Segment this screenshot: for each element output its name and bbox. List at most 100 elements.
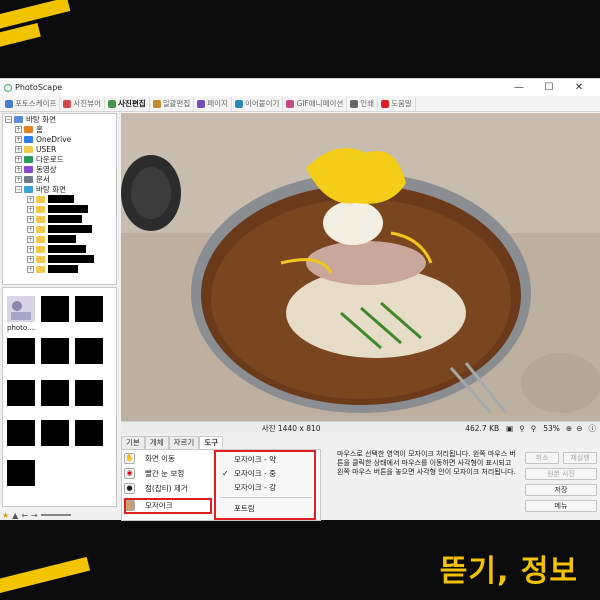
zoom-fit-icon[interactable]: ⚲ [528,424,540,433]
zoom-out-icon[interactable]: ⊖ [574,424,584,433]
save-button[interactable]: 저장 [525,484,597,496]
photo-canvas[interactable] [121,113,600,421]
food-photo [121,113,600,421]
redacted-label [48,205,88,213]
main-tabbar: 포토스케이프 사진뷰어 사진편집 일괄편집 페이지 이어붙이기 GIF애니메이션 인쇄 도움말 [0,96,600,112]
fit-icon[interactable]: ▣ [503,424,516,433]
thumbnail[interactable] [7,338,35,364]
thumbnail[interactable] [75,338,103,364]
expand-icon[interactable]: + [15,175,22,183]
close-icon[interactable]: ✕ [564,82,594,93]
tab-basic[interactable]: 기본 [121,436,145,449]
tab-2[interactable]: 사진편집 [105,96,150,111]
thumbnail[interactable] [7,296,35,322]
tab-icon [108,99,117,108]
tab-7[interactable]: 인쇄 [347,96,379,111]
expand-icon[interactable]: + [15,165,22,173]
tool-spot-removal[interactable]: ● 점(잡티) 제거 [124,482,188,495]
tab-8[interactable]: 도움말 [378,96,416,111]
tree-item-onedrive[interactable]: OneDrive [36,135,71,144]
thumb-size-slider[interactable] [40,514,71,516]
forward-icon[interactable]: → [31,511,38,520]
tab-icon [197,99,206,108]
thumbnail-label: photo.... [7,324,36,332]
thumbnail[interactable] [75,420,103,446]
hand-icon: ✋ [124,453,135,464]
thumbnail[interactable] [75,296,103,322]
expand-icon[interactable]: + [15,125,22,133]
tab-label: 인쇄 [360,99,375,108]
menu-item-portrait[interactable]: 포트림 [234,503,255,515]
tab-icon [286,99,295,108]
thumbnail[interactable] [7,380,35,406]
thumbnail[interactable] [7,460,35,486]
menu-item-mosaic-medium[interactable]: 모자이크 - 중 [234,468,276,480]
tab-crop[interactable]: 자르기 [168,436,200,449]
info-icon[interactable]: ⓘ [585,423,600,434]
redacted-label [48,195,74,203]
redacted-label [48,265,78,273]
tab-4[interactable]: 페이지 [194,96,232,111]
tab-icon [381,99,390,108]
eye-icon: ◉ [124,468,135,479]
tab-3[interactable]: 일괄편집 [150,96,195,111]
mosaic-dropdown-menu: 모자이크 - 약 ✓ 모자이크 - 중 모자이크 - 강 포트림 [214,450,316,520]
minimize-icon[interactable]: — [504,82,534,93]
mosaic-highlight-box [124,498,212,514]
star-icon[interactable]: ★ [2,511,9,520]
collapse-icon[interactable]: − [15,185,22,193]
tab-0[interactable]: 포토스케이프 [2,96,61,111]
menu-item-mosaic-weak[interactable]: 모자이크 - 약 [234,454,276,466]
thumbnail-toolbar: ★ ▲ ← → [2,509,117,521]
tool-move[interactable]: ✋ 화면 이동 [124,452,175,465]
tree-item-user[interactable]: USER [36,145,56,154]
folder-tree[interactable]: − 바탕 화면 + 홈 + OneDrive + USER + 다운로드 + 동영상 + 문서… [2,113,117,285]
zoom-level: 53% [543,423,560,433]
tab-label: 이어붙이기 [244,99,280,108]
tool-redeye[interactable]: ◉ 빨간 눈 보정 [124,467,184,480]
tab-5[interactable]: 이어붙이기 [232,96,284,111]
menu-button[interactable]: 메뉴 [525,500,597,512]
collapse-icon[interactable]: − [5,115,12,123]
thumbnail[interactable] [75,380,103,406]
tab-6[interactable]: GIF애니메이션 [283,96,348,111]
folder-up-icon[interactable]: ▲ [12,511,18,520]
titlebar: PhotoScape — ☐ ✕ [0,79,600,96]
cloud-icon [24,135,33,143]
tab-object[interactable]: 개체 [144,436,169,449]
thumbnail[interactable] [41,338,69,364]
home-icon [24,125,33,133]
thumbnail[interactable] [7,420,35,446]
video-icon [24,165,33,173]
zoom-in-icon[interactable]: ⊕ [564,424,574,433]
redo-button[interactable]: 재실행 [563,452,597,464]
tab-1[interactable]: 사진뷰어 [60,96,106,111]
tab-icon [63,99,72,108]
menu-item-mosaic-strong[interactable]: 모자이크 - 강 [234,482,276,494]
cancel-button[interactable]: 취소 [525,452,559,464]
tab-label: 사진뷰어 [73,99,102,108]
thumbnail[interactable] [41,420,69,446]
redacted-label [48,245,86,253]
tree-item-home[interactable]: 홈 [36,124,43,135]
tab-tools[interactable]: 도구 [199,436,224,449]
thumbnail[interactable] [41,380,69,406]
redacted-label [48,235,76,243]
tab-icon [350,99,359,108]
expand-icon[interactable]: + [15,145,22,153]
tab-label: 페이지 [207,99,228,108]
expand-icon[interactable]: + [15,155,22,163]
tree-item-desktop[interactable]: 바탕 화면 [36,184,66,195]
desktop-icon [14,115,23,123]
back-icon[interactable]: ← [21,511,28,520]
expand-icon[interactable]: + [15,135,22,143]
tab-icon [152,99,161,108]
folder-icon [24,145,33,153]
maximize-icon[interactable]: ☐ [534,82,564,93]
thumbnail[interactable] [41,296,69,322]
zoom-actual-icon[interactable]: ⚲ [516,424,528,433]
status-bar: 사진 1440 x 810 462.7 KB ▣ ⚲ ⚲ 53% ⊕ ⊖ ⓘ [121,421,600,434]
original-photo-button[interactable]: 원본 사진 [525,468,597,480]
check-icon: ✓ [222,469,229,478]
image-dimensions: 사진 1440 x 810 [261,423,321,433]
